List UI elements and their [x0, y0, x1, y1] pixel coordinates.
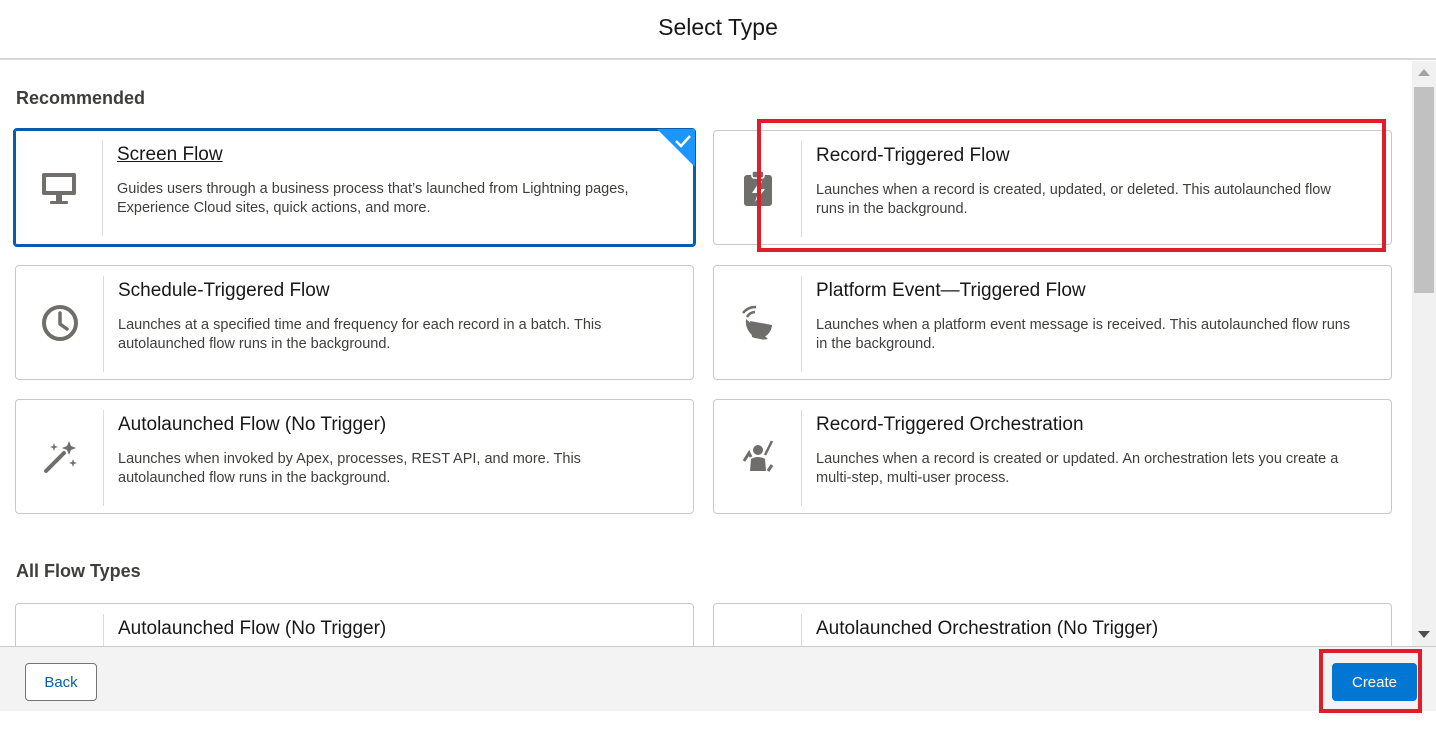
card-divider — [103, 276, 104, 372]
card-divider — [103, 410, 104, 506]
flow-type-list[interactable]: Recommended Screen Flow Guides users thr… — [0, 61, 1412, 646]
card-autolaunched-flow[interactable]: Autolaunched Flow (No Trigger) Launches … — [15, 399, 694, 514]
vertical-scrollbar[interactable] — [1412, 61, 1436, 646]
clock-icon — [16, 266, 104, 379]
scrollbar-thumb[interactable] — [1414, 87, 1434, 293]
scroll-up-arrow-icon[interactable] — [1418, 69, 1430, 76]
card-title: Record-Triggered Orchestration — [816, 414, 1084, 435]
magic-wand-icon — [16, 400, 104, 513]
card-title: Autolaunched Flow (No Trigger) — [118, 618, 387, 639]
create-button[interactable]: Create — [1332, 663, 1417, 701]
card-description: Launches when a record is created or upd… — [816, 451, 1339, 486]
card-description: Guides users through a business process … — [117, 181, 629, 216]
card-platform-event-triggered-flow[interactable]: Platform Event—Triggered Flow Launches w… — [713, 265, 1392, 380]
section-title-recommended: Recommended — [16, 88, 146, 108]
card-description: Launches when invoked by Apex, processes… — [118, 451, 581, 486]
card-title: Autolaunched Flow (No Trigger) — [118, 414, 387, 435]
card-autolaunched-orchestration[interactable]: Autolaunched Orchestration (No Trigger) — [713, 603, 1392, 646]
page-bottom-space — [0, 711, 1436, 737]
modal-footer: Back Create — [0, 646, 1436, 711]
card-divider — [801, 276, 802, 372]
card-title: Autolaunched Orchestration (No Trigger) — [816, 618, 1159, 639]
card-divider — [801, 141, 802, 237]
card-description: Launches when a platform event message i… — [816, 317, 1351, 352]
card-title: Schedule-Triggered Flow — [118, 280, 330, 301]
card-title: Platform Event—Triggered Flow — [816, 280, 1086, 301]
card-divider — [801, 410, 802, 506]
clipboard-bolt-icon — [714, 131, 802, 244]
card-divider — [103, 614, 104, 646]
magic-wand-icon — [16, 604, 104, 646]
modal-header: Select Type — [0, 0, 1436, 60]
card-record-triggered-orchestration[interactable]: Record-Triggered Orchestration Launches … — [713, 399, 1392, 514]
modal-title: Select Type — [658, 14, 778, 40]
card-autolaunched-flow-all[interactable]: Autolaunched Flow (No Trigger) — [15, 603, 694, 646]
card-schedule-triggered-flow[interactable]: Schedule-Triggered Flow Launches at a sp… — [15, 265, 694, 380]
card-screen-flow[interactable]: Screen Flow Guides users through a busin… — [13, 128, 696, 247]
card-divider — [102, 140, 103, 236]
conductor-icon — [714, 400, 802, 513]
scroll-down-arrow-icon[interactable] — [1418, 631, 1430, 638]
section-title-all-flow-types: All Flow Types — [16, 561, 141, 581]
monitor-icon — [15, 130, 103, 245]
card-title: Record-Triggered Flow — [816, 145, 1010, 166]
card-title: Screen Flow — [117, 144, 223, 165]
card-description: Launches when a record is created, updat… — [816, 182, 1331, 217]
card-record-triggered-flow[interactable]: Record-Triggered Flow Launches when a re… — [713, 130, 1392, 245]
satellite-dish-icon — [714, 266, 802, 379]
card-description: Launches at a specified time and frequen… — [118, 317, 602, 352]
card-divider — [801, 614, 802, 646]
back-button[interactable]: Back — [25, 663, 97, 701]
conductor-icon — [714, 604, 802, 646]
selected-check-icon — [657, 129, 695, 167]
